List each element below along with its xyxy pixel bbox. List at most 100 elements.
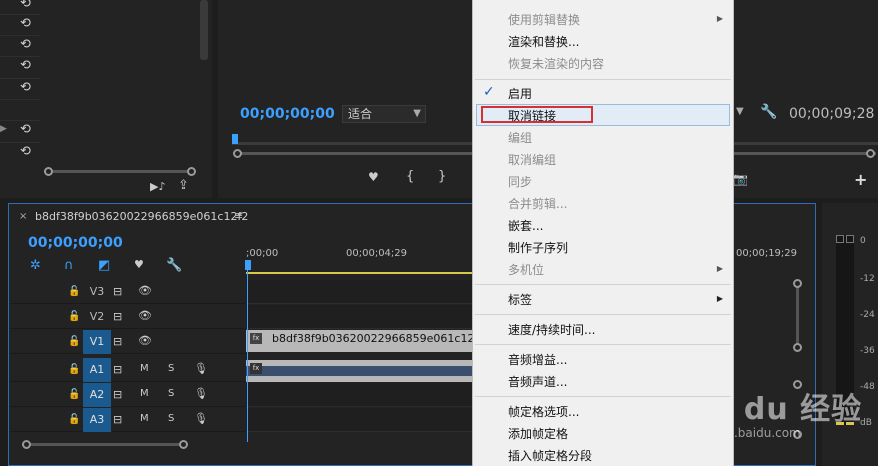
mute-button[interactable]: M: [140, 363, 149, 374]
scroll-handle-left[interactable]: [44, 167, 53, 176]
mute-button[interactable]: M: [140, 388, 149, 399]
microphone-icon[interactable]: 🎙: [194, 412, 208, 425]
timeline-zoom-handle-left[interactable]: [22, 440, 31, 449]
solo-button[interactable]: S: [168, 388, 174, 399]
sync-lock-icon[interactable]: ⊟: [113, 285, 122, 298]
wrench-icon[interactable]: 🔧: [760, 104, 777, 120]
resolution-chevron-down-icon[interactable]: ▼: [736, 106, 744, 117]
zoom-handle-right[interactable]: [866, 149, 875, 158]
program-timecode[interactable]: 00;00;00;00: [240, 106, 335, 122]
panel-menu-icon[interactable]: ≡: [234, 209, 243, 222]
menu-item-speed-duration[interactable]: 速度/持续时间...: [508, 321, 596, 338]
solo-button[interactable]: S: [168, 413, 174, 424]
track-name[interactable]: V3: [83, 280, 111, 304]
snap-icon[interactable]: ✲: [30, 258, 41, 273]
lock-icon[interactable]: 🔓: [68, 286, 80, 297]
timeline-wrench-icon[interactable]: 🔧: [166, 258, 182, 273]
menu-item-audio-channels[interactable]: 音频声道...: [508, 373, 567, 390]
microphone-icon[interactable]: 🎙: [194, 362, 208, 375]
menu-item-merge-clips[interactable]: 合并剪辑...: [508, 195, 567, 212]
undo-icon[interactable]: ⟲: [20, 80, 31, 95]
play-audio-icon[interactable]: ▶♪: [150, 180, 165, 193]
menu-item-unlink[interactable]: 取消链接: [508, 107, 556, 124]
lock-icon[interactable]: 🔓: [68, 336, 80, 347]
close-icon[interactable]: ×: [19, 211, 27, 222]
sync-lock-icon[interactable]: ⊟: [113, 363, 122, 376]
eye-icon[interactable]: 👁: [138, 309, 152, 322]
linked-selection-icon[interactable]: ◩: [98, 258, 110, 273]
clip-indicator-left[interactable]: [836, 235, 844, 243]
menu-item-label[interactable]: 标签: [508, 291, 532, 308]
eye-icon[interactable]: 👁: [138, 284, 152, 297]
lock-icon[interactable]: 🔓: [68, 364, 80, 375]
eye-icon[interactable]: 👁: [138, 334, 152, 347]
mark-out-icon[interactable]: }: [438, 169, 446, 184]
timeline-zoom-bar[interactable]: [22, 443, 186, 446]
track-name[interactable]: A2: [83, 383, 111, 407]
history-scrollbar[interactable]: [200, 0, 208, 60]
scroll-handle-right[interactable]: [187, 167, 196, 176]
track-lane-v2[interactable]: [246, 305, 474, 329]
menu-item-frame-hold-options[interactable]: 帧定格选项...: [508, 403, 579, 420]
track-lane-a3[interactable]: [246, 408, 474, 432]
video-clip[interactable]: fx b8df38f9b03620022966859e061c12f2.m: [246, 330, 500, 352]
timeline-playhead[interactable]: [245, 260, 251, 270]
marker-icon[interactable]: ♥: [134, 258, 144, 271]
history-hscrollbar[interactable]: [44, 170, 194, 173]
undo-icon[interactable]: ⟲: [20, 122, 31, 137]
menu-item-ungroup[interactable]: 取消编组: [508, 151, 556, 168]
fit-dropdown[interactable]: 适合 ▼: [342, 105, 426, 123]
menu-item-add-frame-hold[interactable]: 添加帧定格: [508, 425, 568, 442]
menu-item-audio-gain[interactable]: 音频增益...: [508, 351, 567, 368]
menu-item-insert-frame-hold[interactable]: 插入帧定格分段: [508, 447, 592, 464]
menu-item-make-subsequence[interactable]: 制作子序列: [508, 239, 568, 256]
timeline-zoom-handle-right[interactable]: [179, 440, 188, 449]
sync-lock-icon[interactable]: ⊟: [113, 413, 122, 426]
add-button[interactable]: +: [854, 170, 867, 189]
camera-icon[interactable]: 📷: [733, 172, 748, 186]
menu-item-render-replace[interactable]: 渲染和替换...: [508, 33, 579, 50]
track-name[interactable]: A3: [83, 408, 111, 432]
undo-icon[interactable]: ⟲: [20, 144, 31, 159]
clip-indicator-right[interactable]: [846, 235, 854, 243]
lock-icon[interactable]: 🔓: [68, 389, 80, 400]
work-area-bar[interactable]: [246, 272, 476, 274]
mute-button[interactable]: M: [140, 413, 149, 424]
undo-icon[interactable]: ⟲: [20, 0, 31, 11]
menu-item-replace-with-clip[interactable]: 使用剪辑替换: [508, 11, 580, 28]
program-playhead[interactable]: [232, 134, 238, 144]
timeline-vscrollbar[interactable]: [796, 283, 799, 349]
menu-item-group[interactable]: 编组: [508, 129, 532, 146]
export-icon[interactable]: ⇪: [178, 178, 189, 193]
solo-button[interactable]: S: [168, 363, 174, 374]
menu-item-multicamera[interactable]: 多机位: [508, 261, 544, 278]
sync-lock-icon[interactable]: ⊟: [113, 310, 122, 323]
vscroll-handle-bottom[interactable]: [793, 343, 802, 352]
track-name[interactable]: V2: [83, 305, 111, 329]
track-lane-v3[interactable]: [246, 280, 474, 304]
zoom-handle-left[interactable]: [233, 149, 242, 158]
lock-icon[interactable]: 🔓: [68, 414, 80, 425]
track-lane-a2[interactable]: [246, 383, 474, 407]
add-marker-icon[interactable]: ♥: [368, 170, 379, 184]
expand-arrow-icon[interactable]: ▶: [0, 124, 7, 134]
menu-item-nest[interactable]: 嵌套...: [508, 217, 543, 234]
audio-clip[interactable]: fx: [246, 360, 474, 382]
undo-icon[interactable]: ⟲: [20, 58, 31, 73]
vscroll-handle-top[interactable]: [793, 279, 802, 288]
lock-icon[interactable]: 🔓: [68, 311, 80, 322]
menu-item-synchronize[interactable]: 同步: [508, 173, 532, 190]
undo-icon[interactable]: ⟲: [20, 37, 31, 52]
track-name[interactable]: V1: [83, 330, 111, 354]
sync-lock-icon[interactable]: ⊟: [113, 388, 122, 401]
magnet-icon[interactable]: ∩: [64, 258, 74, 273]
sync-lock-icon[interactable]: ⊟: [113, 335, 122, 348]
track-name[interactable]: A1: [83, 358, 111, 382]
timeline-timecode[interactable]: 00;00;00;00: [28, 235, 123, 251]
menu-item-restore-unrendered[interactable]: 恢复未渲染的内容: [508, 55, 604, 72]
microphone-icon[interactable]: 🎙: [194, 387, 208, 400]
undo-icon[interactable]: ⟲: [20, 16, 31, 31]
menu-item-enable[interactable]: 启用: [508, 85, 532, 102]
sequence-tab-title[interactable]: b8df38f9b03620022966859e061c12f2: [35, 210, 248, 223]
mark-in-icon[interactable]: {: [406, 169, 414, 184]
